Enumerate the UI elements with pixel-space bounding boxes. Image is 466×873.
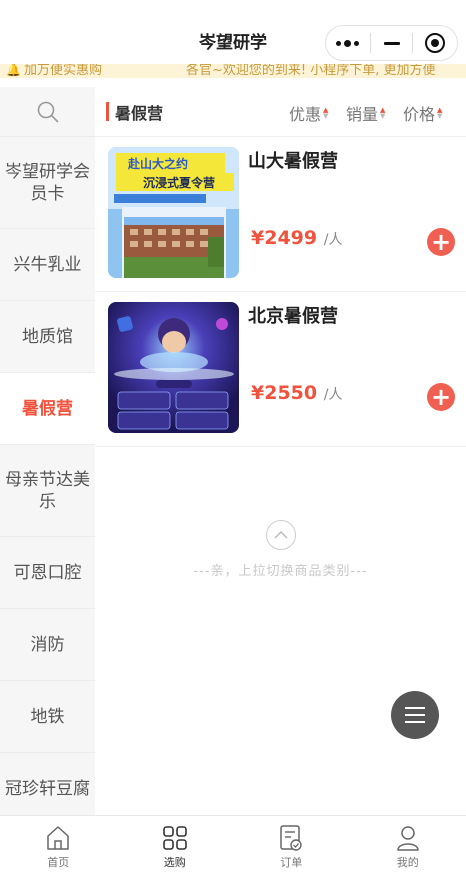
sort-arrows-icon: ▲ ▼ [380,106,386,120]
category-sidebar: 岑望研学会员卡 兴牛乳业 地质馆 暑假营 母亲节达美乐 可恩口腔 消防 地铁 冠… [0,87,95,815]
sort-price-button[interactable]: 价格 ▲ ▼ [403,101,442,125]
price-unit: /人 [323,387,343,403]
sort-bar: 暑假营 优惠 ▲ ▼ 销量 ▲ ▼ 价格 ▲ ▼ [95,87,466,137]
tab-orders[interactable]: 订单 [233,816,350,873]
sort-sales-label: 销量 [346,105,379,124]
grid-icon [162,824,188,852]
floating-menu-button[interactable] [391,691,439,739]
plus-icon: + [430,383,452,411]
add-to-cart-button[interactable]: + [427,383,455,411]
bottom-tab-bar: 首页 选购 订单 我的 [0,815,466,873]
tab-label: 我的 [396,856,419,869]
sidebar-item-membership-card[interactable]: 岑望研学会员卡 [0,137,95,229]
user-icon [396,824,420,852]
sidebar-item-geology-museum[interactable]: 地质馆 [0,301,95,373]
product-name[interactable]: 北京暑假营 [248,302,338,328]
close-mini-program-icon[interactable] [413,26,457,60]
pull-up-text: ---亲，上拉切换商品类别--- [193,564,368,579]
price-unit: /人 [323,232,343,248]
tab-home[interactable]: 首页 [0,816,117,873]
notice-text-left: 加万便实惠购 [24,64,103,78]
mini-program-capsule [325,25,458,61]
top-navbar: 岑望研学 [0,0,466,66]
sidebar-item-tofu[interactable]: 冠珍轩豆腐 [0,753,95,815]
tab-label: 选购 [163,856,186,869]
sidebar-item-dairy[interactable]: 兴牛乳业 [0,229,95,301]
search-icon [37,101,58,122]
sort-sales-button[interactable]: 销量 ▲ ▼ [346,101,385,125]
product-card[interactable]: 北京暑假营 ¥2550 /人 + [95,292,466,447]
sort-arrows-icon: ▲ ▼ [437,106,443,120]
menu-icon [405,707,425,709]
sort-discount-button[interactable]: 优惠 ▲ ▼ [289,101,328,125]
chevron-up-icon [265,520,296,550]
add-to-cart-button[interactable]: + [427,228,455,256]
home-icon [46,824,70,852]
tab-label: 首页 [47,856,70,869]
bell-icon: 🔔 [6,64,21,77]
current-category-title: 暑假营 [115,104,164,123]
price-value: ¥2499 [251,227,318,249]
sidebar-item-dental[interactable]: 可恩口腔 [0,537,95,609]
product-image-beijing-camp[interactable] [108,302,239,433]
sort-arrows-icon: ▲ ▼ [323,106,329,120]
product-price: ¥2550 /人 [251,382,342,404]
notice-bar[interactable]: 🔔 加万便实惠购 各官~欢迎您的到来! 小程序下单, 更加方便 [0,64,466,78]
sidebar-search-button[interactable] [0,87,95,137]
tab-profile[interactable]: 我的 [350,816,466,873]
notice-text-scrolling: 各官~欢迎您的到来! 小程序下单, 更加方便 [186,64,436,78]
product-card[interactable]: 赴山大之约 沉浸式夏令营 山大暑假营 ¥2499 /人 + [95,137,466,292]
poster-headline: 赴山大之约 [128,157,189,171]
sidebar-item-fire-safety[interactable]: 消防 [0,609,95,681]
plus-icon: + [430,228,452,256]
product-image-shanda-camp[interactable]: 赴山大之约 沉浸式夏令营 [108,147,239,278]
order-icon [279,824,303,852]
tab-shop[interactable]: 选购 [117,816,234,873]
poster-subheadline: 沉浸式夏令营 [143,176,216,190]
product-name[interactable]: 山大暑假营 [248,147,338,173]
sort-price-label: 价格 [403,105,436,124]
category-marker [106,102,109,121]
product-price: ¥2499 /人 [251,227,342,249]
sort-discount-label: 优惠 [289,105,322,124]
more-options-icon[interactable] [326,26,370,60]
minimize-icon[interactable] [371,26,413,60]
tab-label: 订单 [280,856,303,869]
sidebar-item-subway[interactable]: 地铁 [0,681,95,753]
pull-up-hint: ---亲，上拉切换商品类别--- [95,520,466,579]
price-value: ¥2550 [251,382,318,404]
sidebar-item-summer-camp[interactable]: 暑假营 [0,373,95,445]
sidebar-item-mothers-day-dominos[interactable]: 母亲节达美乐 [0,445,95,537]
camp-poster-graphic [108,302,239,433]
